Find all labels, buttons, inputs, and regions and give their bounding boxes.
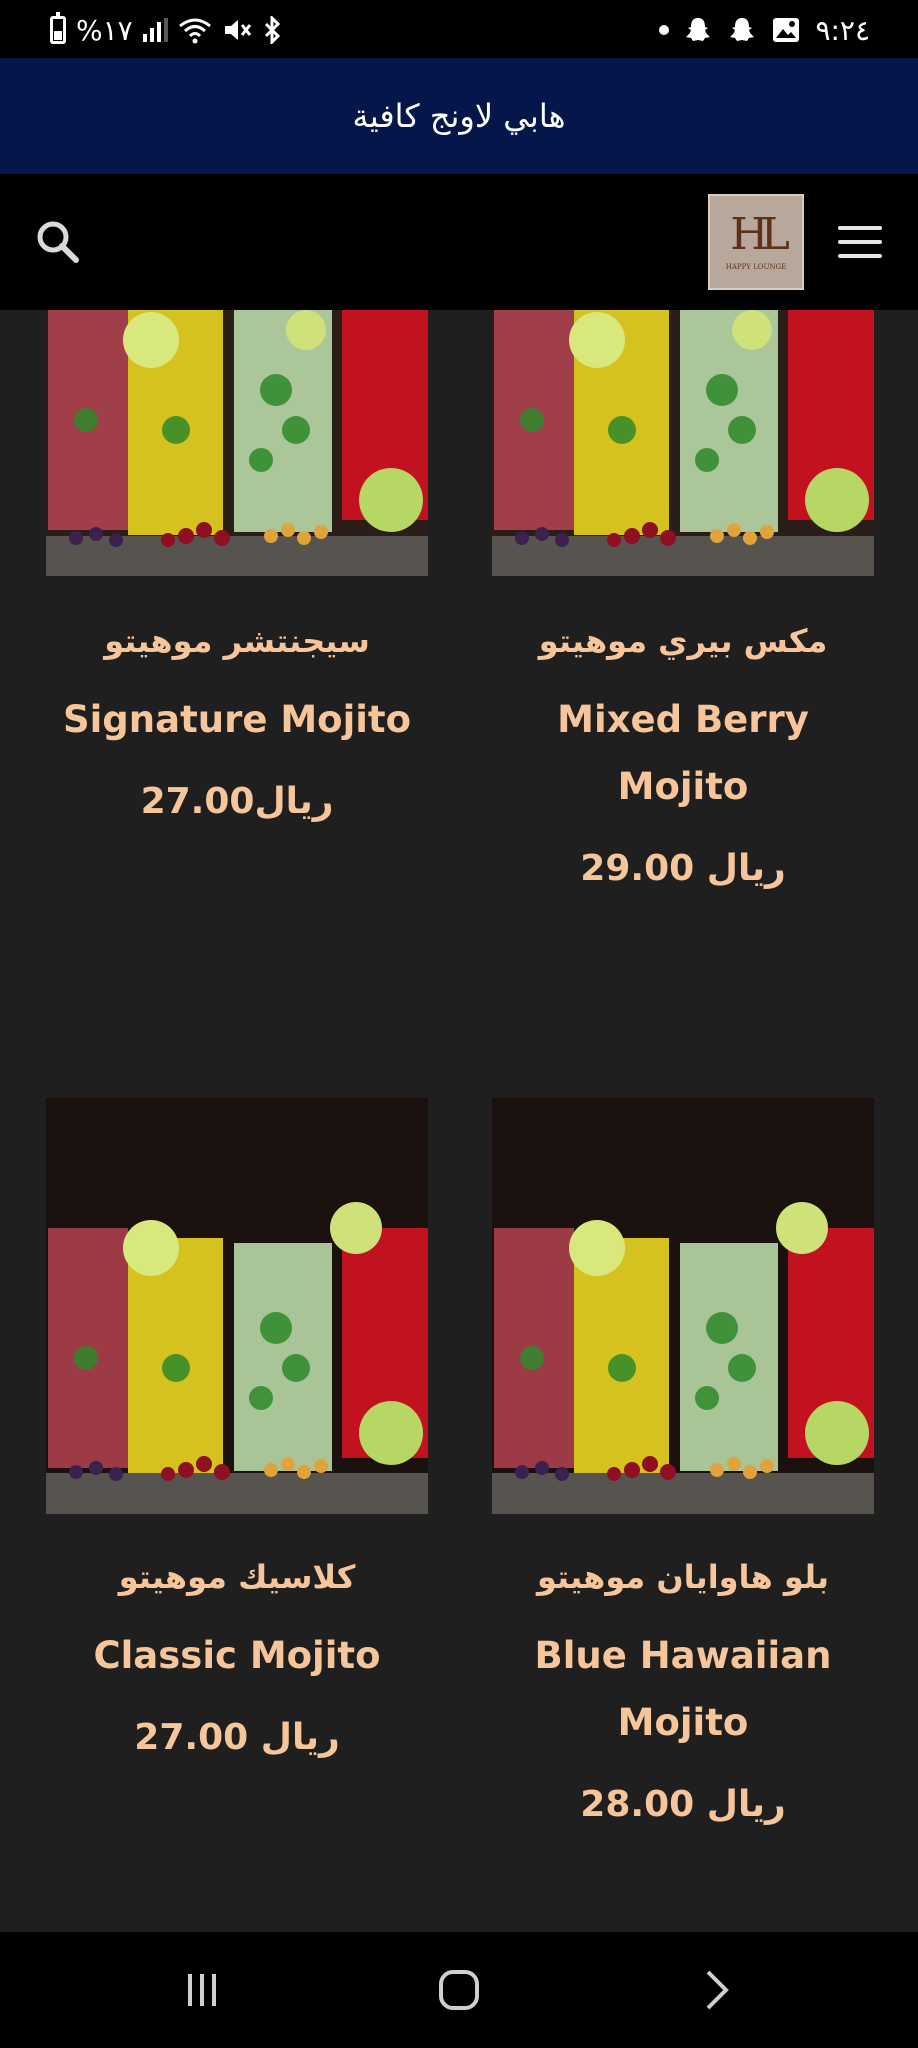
product-image[interactable] xyxy=(492,310,874,576)
site-title: هابي لاونج كافية xyxy=(352,97,566,135)
product-name-arabic: سيجنتشر موهيتو xyxy=(104,622,370,660)
bluetooth-icon xyxy=(264,16,280,44)
product-name-arabic: كلاسيك موهيتو xyxy=(118,1558,356,1596)
search-icon xyxy=(37,221,79,263)
gallery-icon xyxy=(773,18,800,42)
battery-percent: %١٧ xyxy=(76,13,133,47)
logo-caption: HAPPY LOUNGE xyxy=(725,263,787,271)
back-icon xyxy=(706,1970,729,2010)
search-button[interactable] xyxy=(30,214,86,270)
recent-apps-button[interactable] xyxy=(172,1962,232,2018)
system-navigation-bar xyxy=(0,1932,918,2048)
product-price: 27.00ريال xyxy=(140,781,334,822)
product-name-english[interactable]: Blue Hawaiian Mojito xyxy=(492,1622,874,1756)
product-image[interactable] xyxy=(46,1098,428,1514)
snapchat-icon xyxy=(686,18,711,41)
product-card[interactable]: مكس بيري موهيتو Mixed Berry Mojito 29.00… xyxy=(492,310,874,889)
product-image[interactable] xyxy=(492,1098,874,1514)
clock: ٩:٢٤ xyxy=(815,13,870,47)
product-price: 29.00 ريال xyxy=(580,848,786,889)
product-card[interactable]: سيجنتشر موهيتو Signature Mojito 27.00ريا… xyxy=(46,310,428,822)
logo-monogram: HL xyxy=(730,209,790,260)
status-right: ٩:٢٤ xyxy=(659,10,870,50)
product-name-english[interactable]: Classic Mojito xyxy=(46,1622,428,1689)
product-card[interactable]: بلو هاوايان موهيتو Blue Hawaiian Mojito … xyxy=(492,1098,874,1825)
product-name-english[interactable]: Signature Mojito xyxy=(46,686,428,753)
recent-apps-icon xyxy=(188,1974,216,2006)
notification-dot-icon xyxy=(659,25,670,35)
top-navbar: HL HAPPY LOUNGE xyxy=(0,174,918,310)
product-card[interactable]: كلاسيك موهيتو Classic Mojito 27.00 ريال xyxy=(46,1098,428,1758)
home-button[interactable] xyxy=(429,1962,489,2018)
home-icon xyxy=(439,1970,479,2010)
status-left: %١٧ xyxy=(50,10,282,50)
product-price: 27.00 ريال xyxy=(134,1717,340,1758)
product-name-english[interactable]: Mixed Berry Mojito xyxy=(492,686,874,820)
battery-icon xyxy=(50,12,66,44)
snapchat-icon-2 xyxy=(730,18,755,41)
product-price: 28.00 ريال xyxy=(580,1784,786,1825)
product-name-arabic: مكس بيري موهيتو xyxy=(538,622,828,660)
product-image[interactable] xyxy=(46,310,428,576)
signal-icon xyxy=(142,18,168,42)
brand-logo[interactable]: HL HAPPY LOUNGE xyxy=(708,194,804,290)
back-button[interactable] xyxy=(686,1962,746,2018)
mute-icon xyxy=(224,20,251,40)
hamburger-menu-icon[interactable] xyxy=(836,222,884,262)
product-name-arabic: بلو هاوايان موهيتو xyxy=(536,1558,830,1596)
product-grid: سيجنتشر موهيتو Signature Mojito 27.00ريا… xyxy=(0,310,918,1932)
wifi-icon xyxy=(178,18,211,44)
site-title-band: هابي لاونج كافية xyxy=(0,58,918,174)
status-bar: %١٧ ٩:٢٤ xyxy=(0,0,918,58)
